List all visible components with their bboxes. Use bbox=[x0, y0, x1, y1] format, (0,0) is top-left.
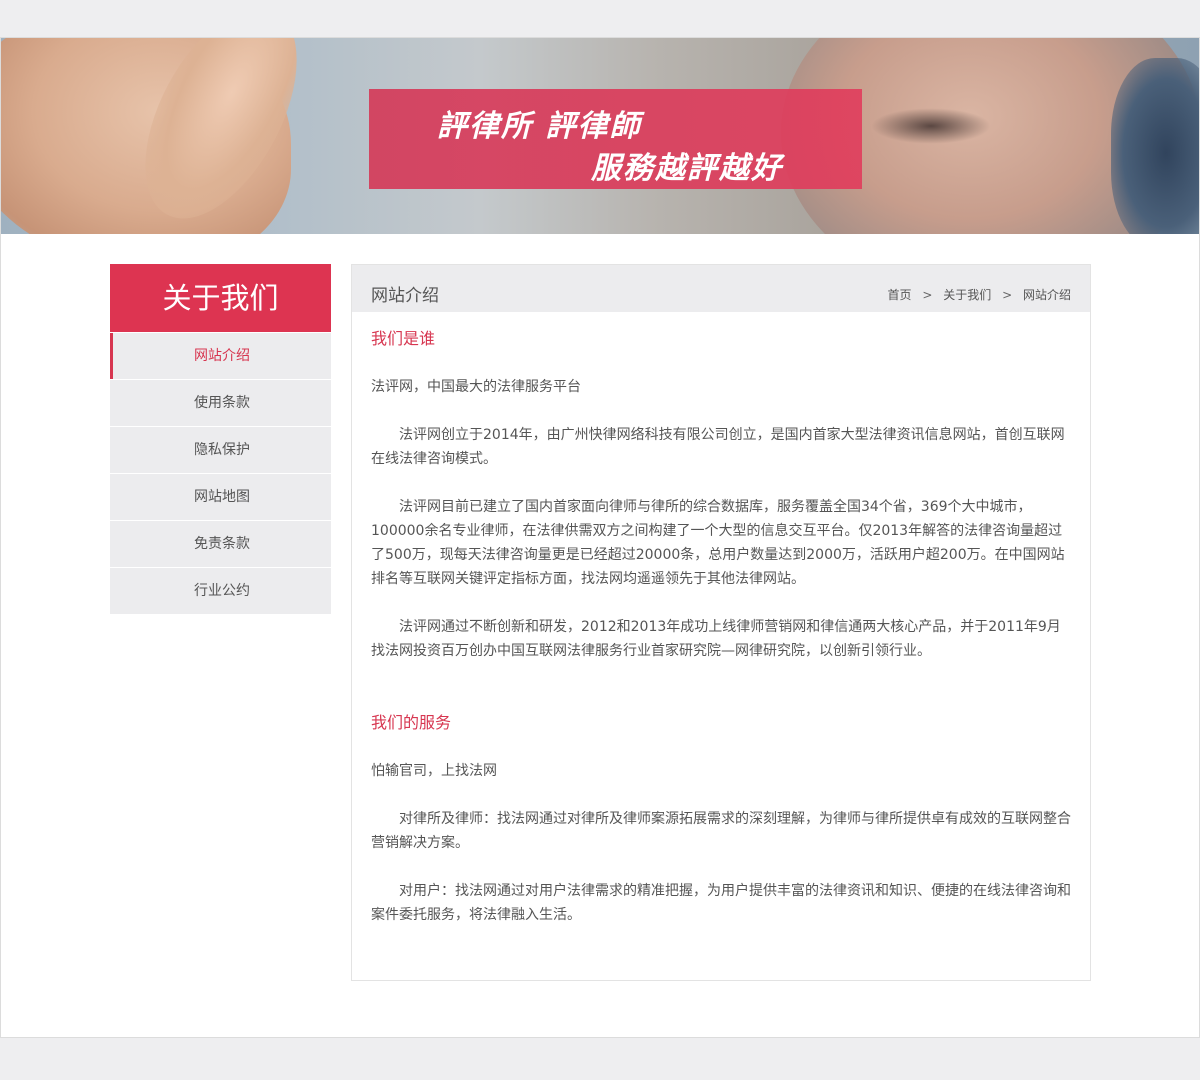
sidebar-item-sitemap[interactable]: 网站地图 bbox=[110, 474, 331, 520]
section-heading-our-services: 我们的服务 bbox=[371, 713, 452, 732]
sidebar-item-disclaimer[interactable]: 免责条款 bbox=[110, 521, 331, 567]
content-panel: 网站介绍 首页 > 关于我们 > 网站介绍 我们是谁 法评网，中国最大的法律服务… bbox=[351, 264, 1091, 981]
banner-eye-shadow bbox=[871, 108, 991, 144]
content-header: 网站介绍 首页 > 关于我们 > 网站介绍 bbox=[352, 265, 1090, 312]
section1-lead: 法评网，中国最大的法律服务平台 bbox=[371, 379, 581, 395]
breadcrumb-current: 网站介绍 bbox=[1022, 288, 1071, 302]
content-body: 我们是谁 法评网，中国最大的法律服务平台 法评网创立于2014年，由广州快律网络… bbox=[352, 312, 1090, 927]
section-heading-who-we-are: 我们是谁 bbox=[371, 329, 436, 348]
sidebar-item-industry-pledge[interactable]: 行业公约 bbox=[110, 568, 331, 614]
sidebar-item-privacy[interactable]: 隐私保护 bbox=[110, 427, 331, 473]
breadcrumb-about-link[interactable]: 关于我们 bbox=[943, 288, 991, 302]
banner-slogan-line2: 服務越評越好 bbox=[591, 151, 783, 186]
section1-paragraph-3: 法评网通过不断创新和研发，2012和2013年成功上线律师营销网和律信通两大核心… bbox=[371, 619, 1061, 659]
banner-slogan-line1: 評律所 評律師 bbox=[437, 109, 642, 144]
breadcrumb: 首页 > 关于我们 > 网站介绍 bbox=[888, 286, 1071, 303]
section2-lead: 怕输官司，上找法网 bbox=[371, 763, 497, 779]
page-title: 网站介绍 bbox=[371, 286, 439, 306]
breadcrumb-home-link[interactable]: 首页 bbox=[888, 288, 912, 302]
banner-phone-image bbox=[1111, 58, 1199, 234]
sidebar: 关于我们 网站介绍 使用条款 隐私保护 网站地图 免责条款 行业公约 bbox=[110, 264, 331, 614]
section1-paragraph-2: 法评网目前已建立了国内首家面向律师与律所的综合数据库，服务覆盖全国34个省，36… bbox=[371, 499, 1065, 587]
sidebar-item-terms[interactable]: 使用条款 bbox=[110, 380, 331, 426]
section2-paragraph-1: 对律所及律师：找法网通过对律所及律师案源拓展需求的深刻理解，为律师与律所提供卓有… bbox=[371, 811, 1071, 851]
breadcrumb-separator: > bbox=[922, 288, 933, 302]
page-frame: 評律所 評律師 服務越評越好 关于我们 网站介绍 使用条款 隐私保护 网站地图 … bbox=[0, 37, 1200, 1038]
sidebar-title: 关于我们 bbox=[110, 264, 331, 332]
top-strip bbox=[0, 0, 1200, 37]
section1-paragraph-1: 法评网创立于2014年，由广州快律网络科技有限公司创立，是国内首家大型法律资讯信… bbox=[371, 427, 1065, 467]
hero-banner: 評律所 評律師 服務越評越好 bbox=[1, 38, 1199, 234]
banner-slogan-box: 評律所 評律師 服務越評越好 bbox=[369, 89, 862, 189]
sidebar-item-site-intro[interactable]: 网站介绍 bbox=[110, 333, 331, 379]
section2-paragraph-2: 对用户：找法网通过对用户法律需求的精准把握，为用户提供丰富的法律资讯和知识、便捷… bbox=[371, 883, 1071, 923]
breadcrumb-separator: > bbox=[1002, 288, 1013, 302]
